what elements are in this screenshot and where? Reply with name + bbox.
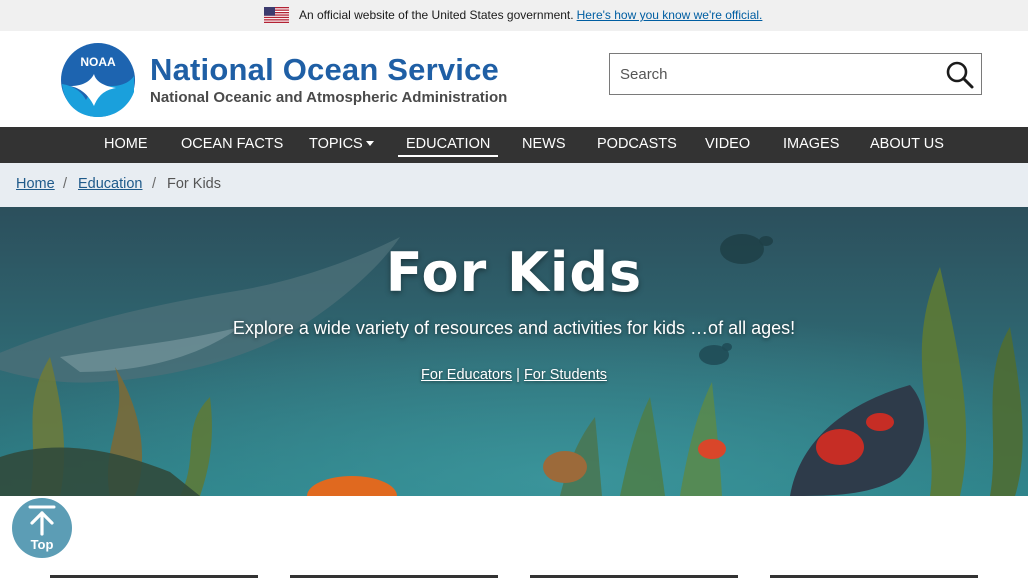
breadcrumb: Home / Education / For Kids [0,163,1028,207]
hero-banner: For Kids Explore a wide variety of resou… [0,207,1028,496]
for-students-link[interactable]: For Students [524,367,607,383]
nav-item-podcasts[interactable]: PODCASTS [597,127,677,163]
us-flag-icon [264,7,289,23]
breadcrumb-current: For Kids [167,176,221,192]
hero-title: For Kids [385,241,643,304]
breadcrumb-separator: / [63,176,68,192]
nav-item-video[interactable]: VIDEO [705,127,750,163]
site-subtitle: National Oceanic and Atmospheric Adminis… [150,89,508,106]
nav-item-news[interactable]: NEWS [522,127,566,163]
nav-item-images[interactable]: IMAGES [783,127,839,163]
breadcrumb-separator: / [152,176,157,192]
nav-item-education[interactable]: EDUCATION [398,127,499,157]
site-header: NOAA National Ocean Service National Oce… [0,31,1028,127]
noaa-logo[interactable]: NOAA [60,42,136,118]
hero-subtitle: Explore a wide variety of resources and … [232,318,796,338]
main-nav: HOME OCEAN FACTS TOPICS EDUCATION NEWS P… [0,127,1028,163]
back-to-top-label: Top [30,537,54,552]
nav-item-topics[interactable]: TOPICS [309,127,374,163]
arrow-up-icon [28,505,56,536]
caret-down-icon [365,141,374,146]
hero-links: For Educators | For Students [0,367,1028,383]
back-to-top-button[interactable]: Top [12,498,72,558]
search-box [609,53,982,95]
site-title[interactable]: National Ocean Service [150,52,499,88]
breadcrumb-education[interactable]: Education [78,176,143,192]
how-you-know-link[interactable]: Here's how you know we're official. [577,8,763,22]
gov-banner: An official website of the United States… [0,0,1028,31]
nav-item-topics-label: TOPICS [309,136,363,152]
breadcrumb-home[interactable]: Home [16,176,55,192]
nav-item-ocean-facts[interactable]: OCEAN FACTS [181,127,283,163]
hero-link-separator: | [516,367,520,383]
nav-item-home[interactable]: HOME [104,127,148,163]
gov-official-text: An official website of the United States… [299,8,574,22]
search-icon[interactable] [945,60,975,90]
gov-banner-text: An official website of the United States… [299,7,762,23]
for-educators-link[interactable]: For Educators [421,367,512,383]
search-input[interactable] [610,54,930,94]
nav-item-about-us[interactable]: ABOUT US [870,127,944,163]
noaa-logo-text: NOAA [80,55,116,69]
